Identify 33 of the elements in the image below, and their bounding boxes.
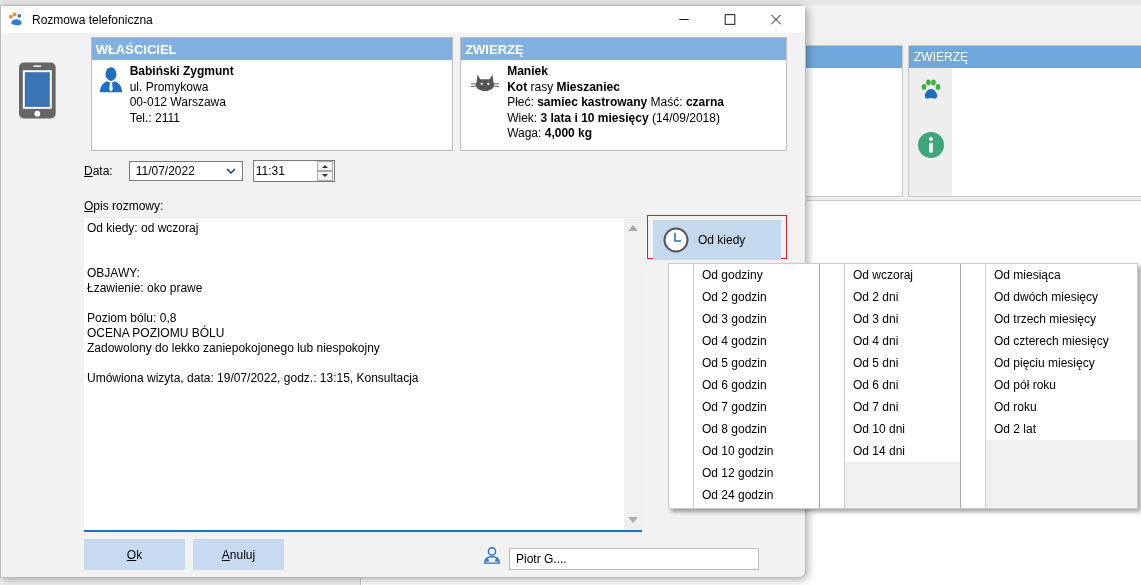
dialog-button[interactable]: Anuluj [193, 539, 284, 570]
panel-title: ZWIERZĘ [914, 50, 968, 64]
window-title: Rozmowa telefoniczna [32, 12, 153, 27]
date-field[interactable]: 11/07/2022 [128, 161, 243, 181]
pet-text: Płeć: samiec kastrowany Maść: czarna [507, 95, 724, 111]
card-title: WŁAŚCICIEL [95, 41, 177, 57]
scroll-down-icon[interactable] [628, 516, 638, 524]
dialog-button[interactable]: Ok [84, 539, 185, 570]
menu-item[interactable]: Od miesiąca [986, 264, 1137, 286]
pet-text: Wiek: 3 lata i 10 miesięcy (14/09/2018) [507, 110, 721, 126]
person-icon [99, 66, 122, 93]
user-field[interactable]: Piotr G.... [509, 547, 759, 570]
phone-icon [19, 62, 56, 119]
owner-text: Tel.: 2111 [129, 110, 181, 126]
info-icon [917, 132, 944, 158]
chevron-down-icon [225, 168, 236, 174]
description-label: Opis rozmowy: [84, 199, 165, 213]
date-label: Data: [84, 164, 113, 178]
spinner-icon[interactable] [316, 161, 333, 181]
clock-icon [663, 227, 689, 253]
pet-text: Kot rasy Mieszaniec [507, 79, 621, 95]
scroll-up-icon[interactable] [628, 224, 638, 232]
owner-text: 00-012 Warszawa [129, 95, 227, 111]
card-title: ZWIERZĘ [465, 41, 524, 57]
since-button[interactable]: Od kiedy [653, 220, 781, 260]
owner-text: ul. Promykowa [129, 79, 210, 95]
scrollbar[interactable] [624, 218, 642, 530]
user-icon [483, 545, 501, 564]
paw-icon [8, 12, 23, 27]
time-field[interactable]: 11:31 [252, 160, 335, 182]
pet-text: Maniek [507, 64, 549, 80]
pet-text: Waga: 4,000 kg [507, 126, 594, 142]
owner-text: Babiński Zygmunt [129, 64, 234, 80]
